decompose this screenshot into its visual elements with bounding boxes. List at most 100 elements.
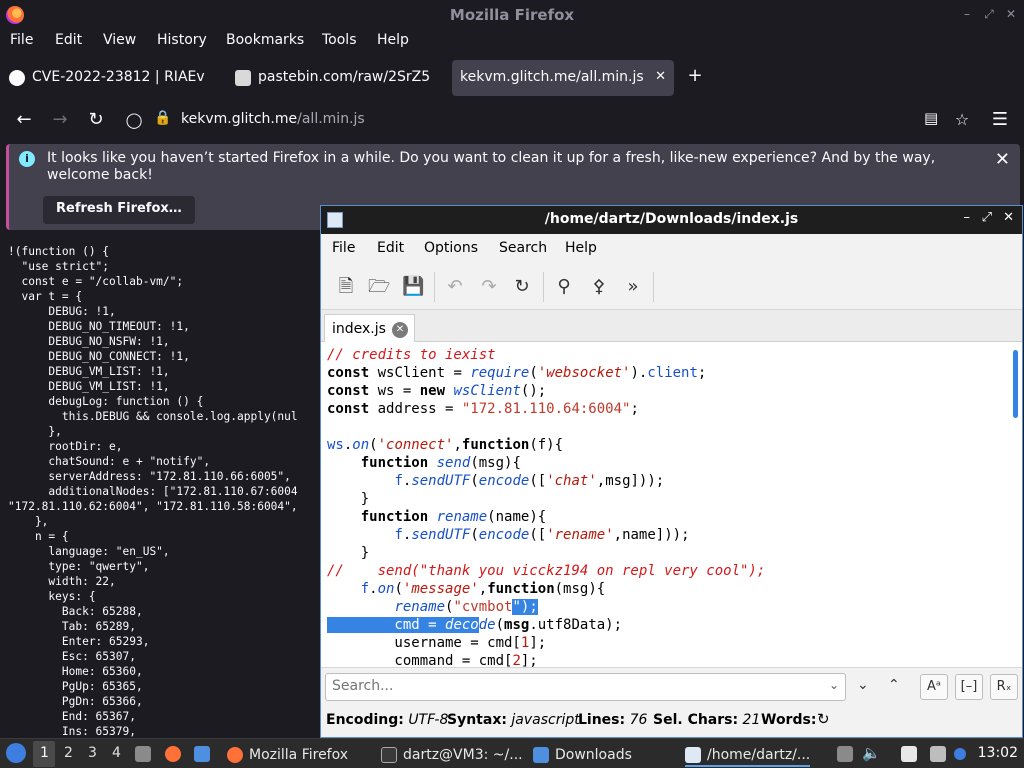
find-replace-icon[interactable]: ⚴ (588, 276, 610, 298)
menu-edit[interactable]: Edit (55, 32, 82, 48)
tab-cve[interactable]: CVE-2022-23812 | RIAEv (0, 60, 222, 96)
editor-toolbar: 🗎 🗁 💾 ↶ ↷ ↻ ⚲ ⚴ » (321, 264, 1022, 310)
syntax-status: Syntax: javascript (447, 712, 580, 728)
code-line: "use strict"; (8, 260, 110, 273)
back-icon[interactable]: ← (12, 108, 36, 132)
desktop-launcher-icon[interactable] (194, 746, 210, 762)
tray-notes-icon[interactable] (901, 746, 917, 762)
save-icon[interactable]: 💾 (402, 276, 424, 298)
editor-scrollbar[interactable] (1013, 350, 1018, 418)
files-launcher-icon[interactable] (135, 746, 151, 762)
tab-label: kekvm.glitch.me/all.min.js (460, 69, 644, 85)
maximize-icon[interactable]: ⤢ (982, 7, 996, 21)
tray-clipboard-icon[interactable] (837, 746, 853, 762)
tab-kekvm[interactable]: kekvm.glitch.me/all.min.js ✕ (452, 60, 674, 96)
tab-pastebin[interactable]: pastebin.com/raw/2SrZ5 (226, 60, 448, 96)
window-title: Mozilla Firefox (449, 6, 575, 24)
whole-word-icon[interactable]: [–] (955, 674, 983, 700)
network-icon[interactable] (930, 746, 946, 762)
toolbar-separator (434, 272, 435, 302)
menu-help[interactable]: Help (377, 32, 409, 48)
editor-menu-file[interactable]: File (332, 240, 355, 256)
editor-tab-close-icon[interactable]: ✕ (391, 322, 408, 338)
more-tools-icon[interactable]: » (622, 276, 644, 298)
new-file-icon[interactable]: 🗎 (335, 276, 357, 298)
task-editor[interactable]: /home/dartz/... (685, 743, 811, 767)
code-line: DEBUG_NO_TIMEOUT: !1, (8, 320, 190, 333)
menu-file[interactable]: File (10, 32, 33, 48)
editor-menu-edit[interactable]: Edit (377, 240, 404, 256)
editor-text-area[interactable]: // credits to iexist const wsClient = re… (321, 342, 1022, 667)
open-folder-icon[interactable]: 🗁 (368, 276, 390, 298)
github-icon (9, 70, 25, 86)
code-line: PgUp: 65365, (8, 680, 143, 693)
code-line: type: "qwerty", (8, 560, 150, 573)
editor-menu-search[interactable]: Search (499, 240, 547, 256)
editor-tabbar: index.js ✕ (321, 310, 1022, 343)
regex-icon[interactable]: Rₓ (990, 674, 1018, 700)
selection-status: Sel. Chars: 21 (653, 712, 761, 728)
match-case-icon[interactable]: Aᵃ (920, 674, 948, 700)
words-status: Words: (761, 712, 817, 728)
editor-minimize-icon[interactable]: – (964, 210, 971, 225)
reload-icon[interactable]: ↻ (84, 108, 108, 132)
redo-icon[interactable]: ↷ (478, 276, 500, 298)
workspace-4[interactable]: 4 (112, 745, 121, 761)
code-line: DEBUG: !1, (8, 305, 116, 318)
workspace-2[interactable]: 2 (64, 745, 73, 761)
forward-icon[interactable]: → (48, 108, 72, 132)
editor-title: /home/dartz/Downloads/index.js (544, 211, 799, 227)
find-previous-icon[interactable]: ⌃ (888, 677, 900, 693)
volume-icon[interactable]: 🔈 (862, 744, 881, 762)
url-bar[interactable]: 🔒 kekvm.glitch.me/all.min.js ▤ (116, 104, 986, 136)
reload-file-icon[interactable]: ↻ (511, 276, 533, 298)
search-input[interactable] (332, 678, 812, 694)
editor-maximize-icon[interactable]: ⤢ (982, 210, 992, 225)
pastebin-icon (235, 70, 251, 86)
code-line: language: "en_US", (8, 545, 170, 558)
close-icon[interactable]: ✕ (1004, 7, 1018, 21)
find-next-icon[interactable]: ⌄ (857, 677, 869, 693)
code-line: DEBUG_VM_LIST: !1, (8, 380, 170, 393)
tab-close-icon[interactable]: ✕ (655, 69, 666, 84)
firefox-launcher-icon[interactable] (165, 746, 181, 762)
minimize-icon[interactable]: – (960, 7, 974, 21)
refresh-firefox-button[interactable]: Refresh Firefox… (43, 196, 195, 224)
task-terminal[interactable]: dartz@VM3: ~/... (381, 743, 523, 767)
menu-view[interactable]: View (103, 32, 136, 48)
refresh-count-icon[interactable]: ↻ (817, 710, 830, 728)
workspace-3[interactable]: 3 (88, 745, 97, 761)
editor-tab-index-js[interactable]: index.js ✕ (324, 314, 415, 343)
clock: 13:02 (977, 745, 1018, 761)
info-icon: i (19, 151, 35, 167)
workspace-1[interactable]: 1 (40, 745, 49, 761)
tab-label: CVE-2022-23812 | RIAEv (32, 69, 205, 85)
lock-icon: 🔒 (154, 110, 172, 126)
editor-code: // credits to iexist const wsClient = re… (327, 347, 766, 667)
firefox-icon (227, 747, 243, 763)
update-icon[interactable] (954, 748, 966, 760)
code-line: Home: 65360, (8, 665, 143, 678)
menu-tools[interactable]: Tools (322, 32, 357, 48)
editor-menu-help[interactable]: Help (565, 240, 597, 256)
reader-view-icon[interactable]: ▤ (924, 109, 938, 127)
task-downloads[interactable]: Downloads (533, 743, 632, 767)
menu-hamburger-icon[interactable]: ☰ (988, 108, 1012, 132)
editor-close-icon[interactable]: ✕ (1003, 210, 1014, 225)
find-icon[interactable]: ⚲ (553, 276, 575, 298)
editor-tab-label: index.js (332, 321, 386, 337)
task-label: Downloads (555, 747, 632, 763)
undo-icon[interactable]: ↶ (444, 276, 466, 298)
search-box[interactable]: ⌄ (325, 673, 846, 701)
start-menu-icon[interactable] (6, 743, 26, 763)
menu-history[interactable]: History (157, 32, 207, 48)
new-tab-icon[interactable]: + (683, 64, 707, 88)
menu-bookmarks[interactable]: Bookmarks (226, 32, 304, 48)
editor-menu-options[interactable]: Options (424, 240, 478, 256)
notification-close-icon[interactable]: ✕ (995, 149, 1010, 170)
code-line: debugLog: function () { (8, 395, 204, 408)
task-firefox[interactable]: Mozilla Firefox (227, 743, 348, 767)
code-line: }, (8, 515, 49, 528)
code-line: var t = { (8, 290, 83, 303)
chevron-down-icon[interactable]: ⌄ (829, 678, 839, 692)
